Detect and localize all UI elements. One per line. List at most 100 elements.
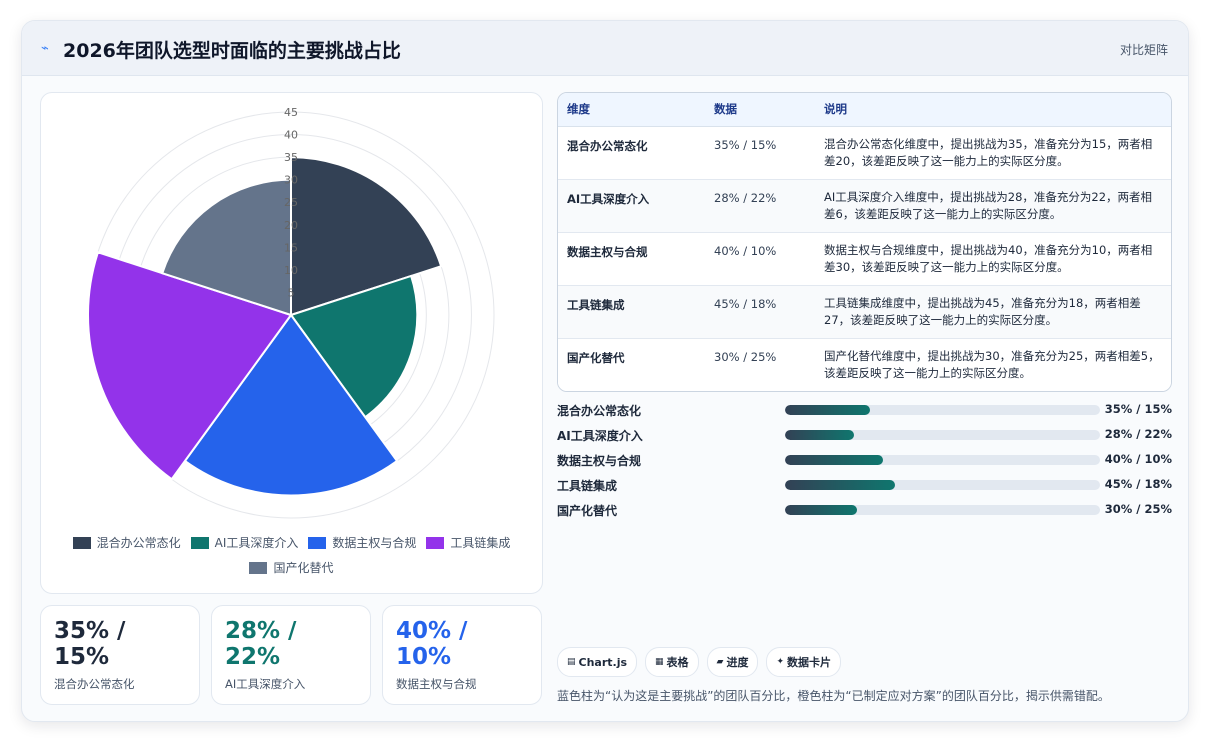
progress-track [785,430,1100,440]
pulse-icon: ⌁ [41,41,49,56]
chip-table[interactable]: ▦ 表格 [645,647,699,677]
view-tag[interactable]: 对比矩阵 [1120,41,1168,58]
progress-fill [785,480,896,490]
dashboard-card: ⌁ 2026年团队选型时面临的主要挑战占比 对比矩阵 5 10 15 20 25 30 35… [21,20,1189,722]
progress-track [785,455,1100,465]
radial-tick-label: 45 [284,106,298,119]
legend-label: AI工具深度介入 [214,536,299,550]
legend-item[interactable]: 混合办公常态化 [72,534,181,551]
cell-description: AI工具深度介入维度中，提出挑战为28，准备充分为22，两者相差6，该差距反映了… [815,179,1171,233]
legend-swatch [249,561,268,574]
cell-description: 工具链集成维度中，提出挑战为45，准备充分为18，两者相差27，该差距反映了这一… [815,285,1171,339]
chip-label: 进度 [726,656,749,669]
progress-value: 30% / 25% [1104,502,1172,516]
chip-chartjs[interactable]: ▤ Chart.js [557,647,638,677]
stat-label: AI工具深度介入 [225,677,306,691]
cell-dimension: 工具链集成 [558,285,705,339]
radial-tick-label: 40 [284,129,298,142]
progress-row: 数据主权与合规 40% / 10% [557,452,1172,477]
chip-progress[interactable]: ▰ 进度 [706,647,759,677]
cell-description: 国产化替代维度中，提出挑战为30，准备充分为25，两者相差5，该差距反映了这一能… [824,348,1160,380]
footnote: 蓝色柱为“认为这是主要挑战”的团队百分比，橙色柱为“已制定应对方案”的团队百分比… [557,689,1110,703]
cell-description: 混合办公常态化维度中，提出挑战为35，准备充分为15，两者相差20，该差距反映了… [815,126,1171,180]
card-header: ⌁ 2026年团队选型时面临的主要挑战占比 对比矩阵 [22,21,1188,76]
stat-card: 35% / 15% 混合办公常态化 [40,605,200,705]
radial-tick-label: 10 [284,264,298,277]
progress-label: 混合办公常态化 [557,404,642,418]
progress-label: AI工具深度介入 [557,429,643,443]
data-table: 维度 数据 说明 混合办公常态化 35% / 15% 混合办公常态化维度中，提出… [557,92,1172,392]
feature-chips: ▤ Chart.js ▦ 表格 ▰ 进度 ✦ 数据卡片 [557,647,842,677]
cell-dimension: 数据主权与合规 [558,232,705,286]
legend-label: 国产化替代 [273,561,334,575]
legend-label: 数据主权与合规 [332,536,417,550]
stat-value: 40% / 10% [396,618,468,670]
table-row: 工具链集成 45% / 18% 工具链集成维度中，提出挑战为45，准备充分为18… [558,285,1171,339]
progress-value: 35% / 15% [1104,402,1172,416]
stat-value: 28% / 22% [225,618,297,670]
table-icon: ▦ [655,657,664,667]
progress-row: 混合办公常态化 35% / 15% [557,402,1172,427]
progress-track [785,505,1100,515]
chart-icon: ▤ [567,657,576,667]
table-header-row: 维度 数据 说明 [558,93,1171,127]
chip-data-card[interactable]: ✦ 数据卡片 [766,647,842,677]
progress-label: 数据主权与合规 [557,454,642,468]
legend-item[interactable]: AI工具深度介入 [190,534,299,551]
cell-dimension: AI工具深度介入 [558,179,705,233]
progress-row: AI工具深度介入 28% / 22% [557,427,1172,452]
stat-card: 40% / 10% 数据主权与合规 [382,605,542,705]
chart-legend: 混合办公常态化 AI工具深度介入 数据主权与合规 工具链集成国产化替代 [41,534,542,576]
radial-tick-label: 20 [284,219,298,232]
legend-swatch [72,536,91,549]
progress-row: 国产化替代 30% / 25% [557,502,1172,527]
cell-data: 45% / 18% [705,285,815,339]
radial-tick-label: 30 [284,174,298,187]
polar-area-chart: 5 10 15 20 25 30 35 40 45 [87,106,495,519]
cell-data: 28% / 22% [705,179,815,233]
chip-label: Chart.js [578,655,628,669]
column-header: 数据 [705,93,815,127]
radial-tick-label: 35 [284,151,298,164]
progress-label: 国产化替代 [557,504,618,518]
chip-label: 表格 [666,656,689,669]
progress-value: 40% / 10% [1104,452,1172,466]
radial-tick-label: 15 [284,241,298,254]
cell-data: 30% / 25% [714,349,777,364]
stat-label: 数据主权与合规 [396,677,477,691]
cell-dimension: 国产化替代 [567,350,625,365]
page-title: 2026年团队选型时面临的主要挑战占比 [63,40,401,62]
cell-data: 35% / 15% [705,126,815,180]
progress-list: 混合办公常态化 35% / 15% AI工具深度介入 28% / 22% 数据主… [557,402,1172,527]
progress-icon: ▰ [716,657,724,667]
progress-label: 工具链集成 [557,479,618,493]
progress-fill [785,430,855,440]
legend-label: 混合办公常态化 [96,536,181,550]
progress-track [785,405,1100,415]
legend-item[interactable]: 数据主权与合规 [308,534,416,551]
radial-tick-label: 5 [288,286,295,299]
progress-value: 45% / 18% [1104,477,1172,491]
progress-value: 28% / 22% [1104,427,1172,441]
progress-row: 工具链集成 45% / 18% [557,477,1172,502]
card-icon: ✦ [776,657,785,667]
cell-dimension: 混合办公常态化 [558,126,705,180]
table-row: 国产化替代 30% / 25% 国产化替代维度中，提出挑战为30，准备充分为25… [558,338,1171,391]
progress-fill [785,455,883,465]
stat-card: 28% / 22% AI工具深度介入 [211,605,371,705]
progress-fill [785,505,858,515]
legend-item[interactable]: 国产化替代 [249,559,334,576]
cell-description: 数据主权与合规维度中，提出挑战为40，准备充分为10，两者相差30，该差距反映了… [815,232,1171,286]
column-header: 维度 [558,93,705,127]
stat-value: 35% / 15% [54,618,126,670]
legend-item[interactable]: 工具链集成 [426,534,510,551]
cell-data: 40% / 10% [705,232,815,286]
legend-label: 工具链集成 [450,536,511,550]
stat-label: 混合办公常态化 [54,677,135,691]
table-row: AI工具深度介入 28% / 22% AI工具深度介入维度中，提出挑战为28，准… [558,179,1171,233]
radial-tick-label: 25 [284,196,298,209]
progress-fill [785,405,871,415]
legend-swatch [426,536,445,549]
table-row: 数据主权与合规 40% / 10% 数据主权与合规维度中，提出挑战为40，准备充… [558,232,1171,286]
chart-panel: 5 10 15 20 25 30 35 40 45 混合办公常态化 AI工具深度介入 数据主权与合规… [40,92,543,594]
